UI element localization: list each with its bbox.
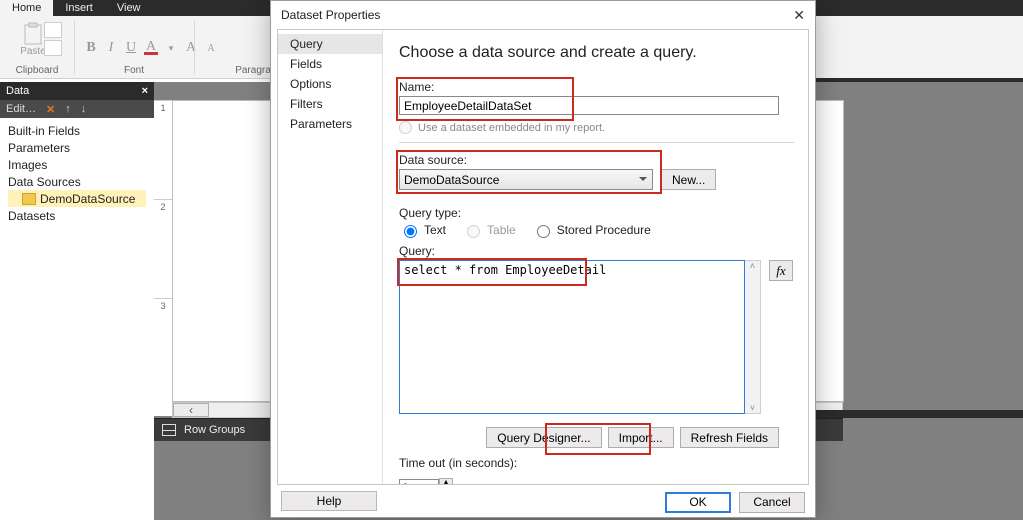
tree-data-sources[interactable]: Data Sources	[8, 173, 146, 190]
tree-images[interactable]: Images	[8, 156, 146, 173]
ribbon-tab-view[interactable]: View	[105, 0, 153, 16]
query-pane: Choose a data source and create a query.…	[383, 30, 808, 484]
scroll-down-icon[interactable]: ˅	[750, 403, 755, 413]
data-panel-toolbar: Edit… ✕ ↑ ↓	[0, 100, 154, 118]
timeout-input[interactable]	[399, 479, 439, 485]
move-down-icon[interactable]: ↓	[81, 103, 87, 115]
querytype-storedproc[interactable]: Stored Procedure	[532, 222, 651, 238]
category-query[interactable]: Query	[278, 34, 382, 54]
query-textarea[interactable]: select * from EmployeeDetail	[399, 260, 745, 414]
dialog-footer: OK Cancel	[271, 487, 815, 517]
expression-button[interactable]: fx	[769, 260, 793, 281]
ok-button[interactable]: OK	[665, 492, 731, 513]
ruler-vertical: 1 2 3	[154, 100, 173, 416]
tree-datasets[interactable]: Datasets	[8, 207, 146, 224]
dialog-title-text: Dataset Properties	[281, 8, 380, 22]
group-clipboard-label: Clipboard	[16, 64, 59, 78]
tree-demodatasource-label: DemoDataSource	[40, 192, 135, 206]
import-button[interactable]: Import...	[608, 427, 674, 448]
dialog-titlebar: Dataset Properties ✕	[271, 1, 815, 29]
refresh-fields-button[interactable]: Refresh Fields	[680, 427, 779, 448]
datasource-select[interactable]: DemoDataSource	[399, 169, 653, 190]
datasource-label: Data source:	[399, 153, 794, 167]
data-panel-title-text: Data	[6, 85, 29, 97]
category-options[interactable]: Options	[278, 74, 382, 94]
querytype-text[interactable]: Text	[399, 222, 446, 238]
data-panel: Data × Edit… ✕ ↑ ↓ Built-in Fields Param…	[0, 82, 155, 520]
scroll-left-icon[interactable]: ‹	[173, 403, 209, 417]
ribbon-tab-insert[interactable]: Insert	[53, 0, 105, 16]
name-label: Name:	[399, 80, 794, 94]
category-parameters[interactable]: Parameters	[278, 114, 382, 134]
move-up-icon[interactable]: ↑	[65, 103, 71, 115]
data-tree: Built-in Fields Parameters Images Data S…	[0, 118, 154, 228]
timeout-label: Time out (in seconds):	[399, 456, 794, 470]
dark-strip-lower	[814, 410, 1023, 418]
embedded-dataset-radio	[399, 121, 412, 134]
new-datasource-button[interactable]: New...	[661, 169, 716, 190]
tree-demodatasource[interactable]: DemoDataSource	[8, 190, 146, 207]
row-groups-label: Row Groups	[184, 424, 245, 436]
close-icon[interactable]: ✕	[793, 7, 805, 24]
edit-button[interactable]: Edit…	[6, 103, 36, 115]
query-designer-button[interactable]: Query Designer...	[486, 427, 601, 448]
tree-parameters[interactable]: Parameters	[8, 139, 146, 156]
tree-builtin-fields[interactable]: Built-in Fields	[8, 122, 146, 139]
embedded-dataset-label: Use a dataset embedded in my report.	[418, 122, 605, 134]
query-label: Query:	[399, 244, 794, 258]
divider	[399, 142, 794, 143]
category-filters[interactable]: Filters	[278, 94, 382, 114]
query-scrollbar[interactable]: ˄˅	[745, 260, 761, 414]
category-fields[interactable]: Fields	[278, 54, 382, 74]
dialog-body: Query Fields Options Filters Parameters …	[277, 29, 809, 485]
delete-icon[interactable]: ✕	[46, 103, 55, 116]
scroll-up-icon[interactable]: ˄	[750, 261, 755, 271]
shrink-font-icon[interactable]: A	[204, 43, 218, 54]
ribbon-tab-home[interactable]: Home	[0, 0, 53, 16]
dataset-name-input[interactable]	[399, 96, 779, 115]
folder-icon	[22, 193, 36, 205]
pane-heading: Choose a data source and create a query.	[399, 44, 794, 62]
timeout-up-button[interactable]: ▲	[439, 478, 453, 484]
querytype-table: Table	[462, 222, 516, 238]
group-font-label: Font	[124, 64, 144, 78]
category-list: Query Fields Options Filters Parameters	[278, 30, 383, 484]
dataset-properties-dialog: Dataset Properties ✕ Query Fields Option…	[270, 0, 816, 518]
close-icon[interactable]: ×	[142, 85, 148, 97]
cancel-button[interactable]: Cancel	[739, 492, 805, 513]
grid-icon	[162, 424, 176, 436]
querytype-label: Query type:	[399, 206, 794, 220]
data-panel-title: Data ×	[0, 82, 154, 100]
